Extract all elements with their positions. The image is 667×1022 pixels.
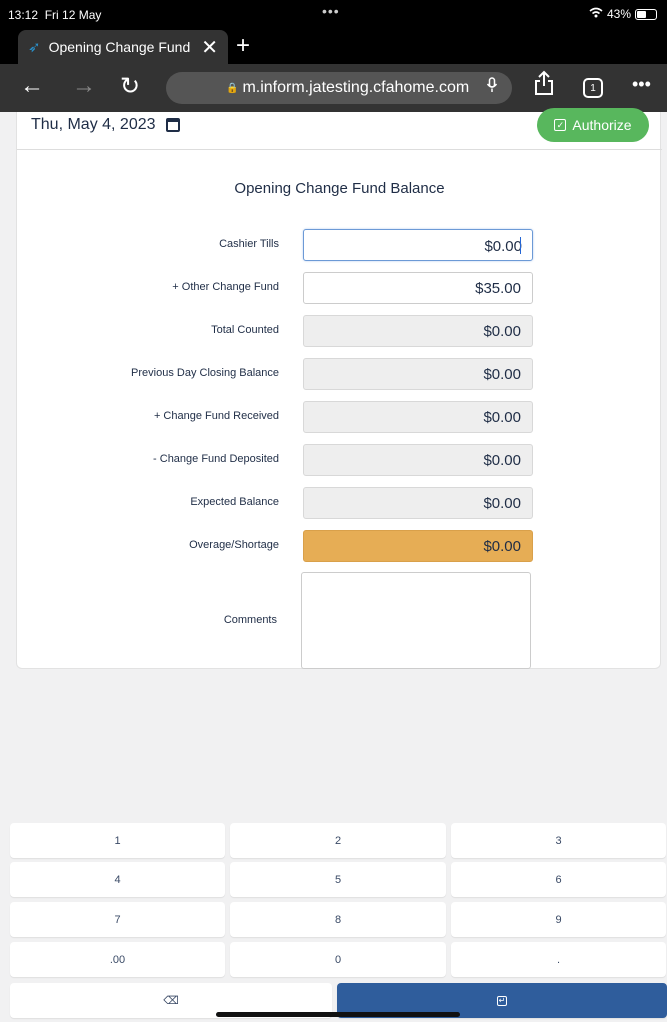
text-caret [520, 237, 521, 254]
field-label: + Other Change Fund [172, 281, 279, 293]
key-9[interactable]: 9 [451, 902, 666, 937]
change-fund-card: Thu, May 4, 2023 ✓ Authorize Opening Cha… [16, 108, 662, 669]
change-fund-received-value: $0.00 [303, 401, 533, 433]
backspace-icon: ⌫ [163, 995, 179, 1007]
key-4[interactable]: 4 [10, 862, 225, 897]
page-content: Thu, May 4, 2023 ✓ Authorize Opening Cha… [0, 108, 667, 822]
key-double-zero[interactable]: .00 [10, 942, 225, 977]
checkbox-icon: ✓ [554, 119, 567, 131]
return-icon: ↵ [497, 995, 507, 1006]
key-decimal[interactable]: . [451, 942, 666, 977]
field-label: Overage/Shortage [189, 539, 279, 551]
address-bar[interactable]: 🔒 m.inform.jatesting.cfahome.com [166, 72, 512, 104]
row-total-counted: Total Counted $0.00 [17, 315, 662, 347]
key-7[interactable]: 7 [10, 902, 225, 937]
lock-icon: 🔒 [226, 82, 239, 94]
row-change-fund-received: + Change Fund Received $0.00 [17, 401, 662, 433]
status-bar: 13:12 Fri 12 May ••• 43% [0, 0, 667, 28]
microphone-icon[interactable] [486, 77, 498, 98]
key-0[interactable]: 0 [230, 942, 446, 977]
field-label: Previous Day Closing Balance [131, 367, 279, 379]
field-label: Expected Balance [190, 496, 279, 508]
row-change-fund-deposited: - Change Fund Deposited $0.00 [17, 444, 662, 476]
comments-textarea[interactable] [301, 572, 531, 669]
wifi-icon [589, 7, 603, 21]
total-counted-value: $0.00 [303, 315, 533, 347]
key-3[interactable]: 3 [451, 823, 666, 858]
previous-day-closing-value: $0.00 [303, 358, 533, 390]
more-menu-icon[interactable]: ••• [632, 74, 651, 95]
share-icon[interactable] [534, 70, 554, 103]
site-logo-icon: ➶ [28, 39, 41, 56]
other-change-fund-input[interactable]: $35.00 [303, 272, 533, 304]
close-tab-icon[interactable]: ✕ [201, 35, 218, 60]
battery-percent: 43% [606, 7, 631, 21]
date-header: Thu, May 4, 2023 ✓ Authorize [17, 108, 662, 150]
comments-label: Comments [223, 614, 277, 626]
overage-shortage-value: $0.00 [303, 530, 533, 562]
tab-count-button[interactable]: 1 [583, 78, 603, 98]
key-8[interactable]: 8 [230, 902, 446, 937]
back-icon[interactable]: ← [20, 72, 44, 100]
new-tab-button[interactable]: + [236, 32, 250, 60]
multitasking-dots[interactable]: ••• [322, 3, 340, 19]
row-cashier-tills: Cashier Tills $0.00 [17, 229, 662, 261]
selected-date: Thu, May 4, 2023 [31, 116, 156, 133]
reload-icon[interactable]: ↻ [120, 72, 140, 101]
row-overage-shortage: Overage/Shortage $0.00 [17, 530, 662, 562]
expected-balance-value: $0.00 [303, 487, 533, 519]
row-previous-day-closing: Previous Day Closing Balance $0.00 [17, 358, 662, 390]
browser-tab-bar: ➶ Opening Change Fund ✕ + [0, 28, 667, 64]
date-picker[interactable]: Thu, May 4, 2023 [31, 116, 180, 134]
status-time: 13:12 Fri 12 May [8, 8, 102, 22]
numeric-keypad: 1 2 3 4 5 6 7 8 9 .00 0 . ⌫ ↵ [0, 818, 667, 1022]
row-other-change-fund: + Other Change Fund $35.00 [17, 272, 662, 304]
change-fund-deposited-value: $0.00 [303, 444, 533, 476]
field-label: Total Counted [211, 324, 279, 336]
key-2[interactable]: 2 [230, 823, 446, 858]
tab-opening-change-fund[interactable]: ➶ Opening Change Fund ✕ [18, 30, 228, 64]
home-indicator[interactable] [216, 1012, 460, 1017]
field-label: - Change Fund Deposited [153, 453, 279, 465]
key-1[interactable]: 1 [10, 823, 225, 858]
url-text: m.inform.jatesting.cfahome.com [242, 79, 470, 96]
field-label: + Change Fund Received [153, 410, 279, 422]
forward-icon[interactable]: → [72, 72, 96, 100]
form-title: Opening Change Fund Balance [234, 180, 445, 197]
key-6[interactable]: 6 [451, 862, 666, 897]
field-label: Cashier Tills [219, 238, 279, 250]
browser-toolbar: ← → ↻ 🔒 m.inform.jatesting.cfahome.com 1… [0, 64, 667, 112]
battery-icon [635, 8, 657, 20]
cashier-tills-input[interactable]: $0.00 [303, 229, 533, 261]
authorize-button[interactable]: ✓ Authorize [537, 108, 649, 142]
key-5[interactable]: 5 [230, 862, 446, 897]
row-expected-balance: Expected Balance $0.00 [17, 487, 662, 519]
tab-title: Opening Change Fund [48, 39, 191, 55]
calendar-icon[interactable] [165, 118, 180, 132]
